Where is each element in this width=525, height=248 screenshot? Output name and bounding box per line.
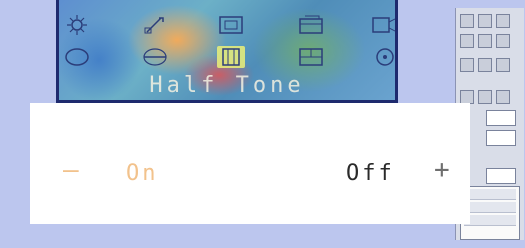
palette-field[interactable] — [486, 110, 516, 126]
artwork-preview: Half Tone — [56, 0, 398, 103]
circle-icon[interactable] — [371, 46, 395, 68]
palette-button[interactable] — [496, 58, 510, 72]
palette-row — [460, 14, 520, 28]
tile-icon[interactable] — [297, 14, 325, 36]
palette-button[interactable] — [496, 90, 510, 104]
palette-button[interactable] — [460, 14, 474, 28]
palette-button[interactable] — [478, 58, 492, 72]
tool-icon-row-1 — [59, 14, 395, 44]
on-off-toggle-panel: — On Off + — [30, 103, 470, 224]
tool-icon-row-2 — [59, 46, 395, 76]
layout-icon[interactable] — [297, 46, 325, 68]
palette-row — [460, 58, 520, 72]
halftone-icon[interactable] — [217, 46, 245, 68]
brush-icon[interactable] — [141, 14, 169, 36]
line-icon[interactable] — [141, 46, 169, 68]
palette-button[interactable] — [478, 34, 492, 48]
palette-field[interactable] — [486, 168, 516, 184]
palette-button[interactable] — [478, 14, 492, 28]
increase-button[interactable]: + — [434, 155, 450, 185]
frame-icon[interactable] — [217, 14, 245, 36]
palette-button[interactable] — [496, 14, 510, 28]
palette-button[interactable] — [460, 90, 474, 104]
palette-button[interactable] — [478, 90, 492, 104]
effect-name-caption: Half Tone — [149, 73, 305, 98]
palette-button[interactable] — [496, 34, 510, 48]
list-item[interactable] — [464, 189, 516, 200]
decrease-button[interactable]: — — [63, 155, 79, 185]
off-option[interactable]: Off — [346, 161, 395, 186]
palette-button[interactable] — [460, 34, 474, 48]
camera-icon[interactable] — [371, 14, 395, 36]
sun-icon[interactable] — [63, 14, 91, 36]
palette-row — [460, 90, 520, 104]
on-option[interactable]: On — [126, 161, 159, 186]
palette-button[interactable] — [460, 58, 474, 72]
list-item[interactable] — [464, 202, 516, 213]
ellipse-icon[interactable] — [63, 46, 91, 68]
palette-row — [460, 34, 520, 48]
palette-field[interactable] — [486, 130, 516, 146]
list-item[interactable] — [464, 215, 516, 226]
